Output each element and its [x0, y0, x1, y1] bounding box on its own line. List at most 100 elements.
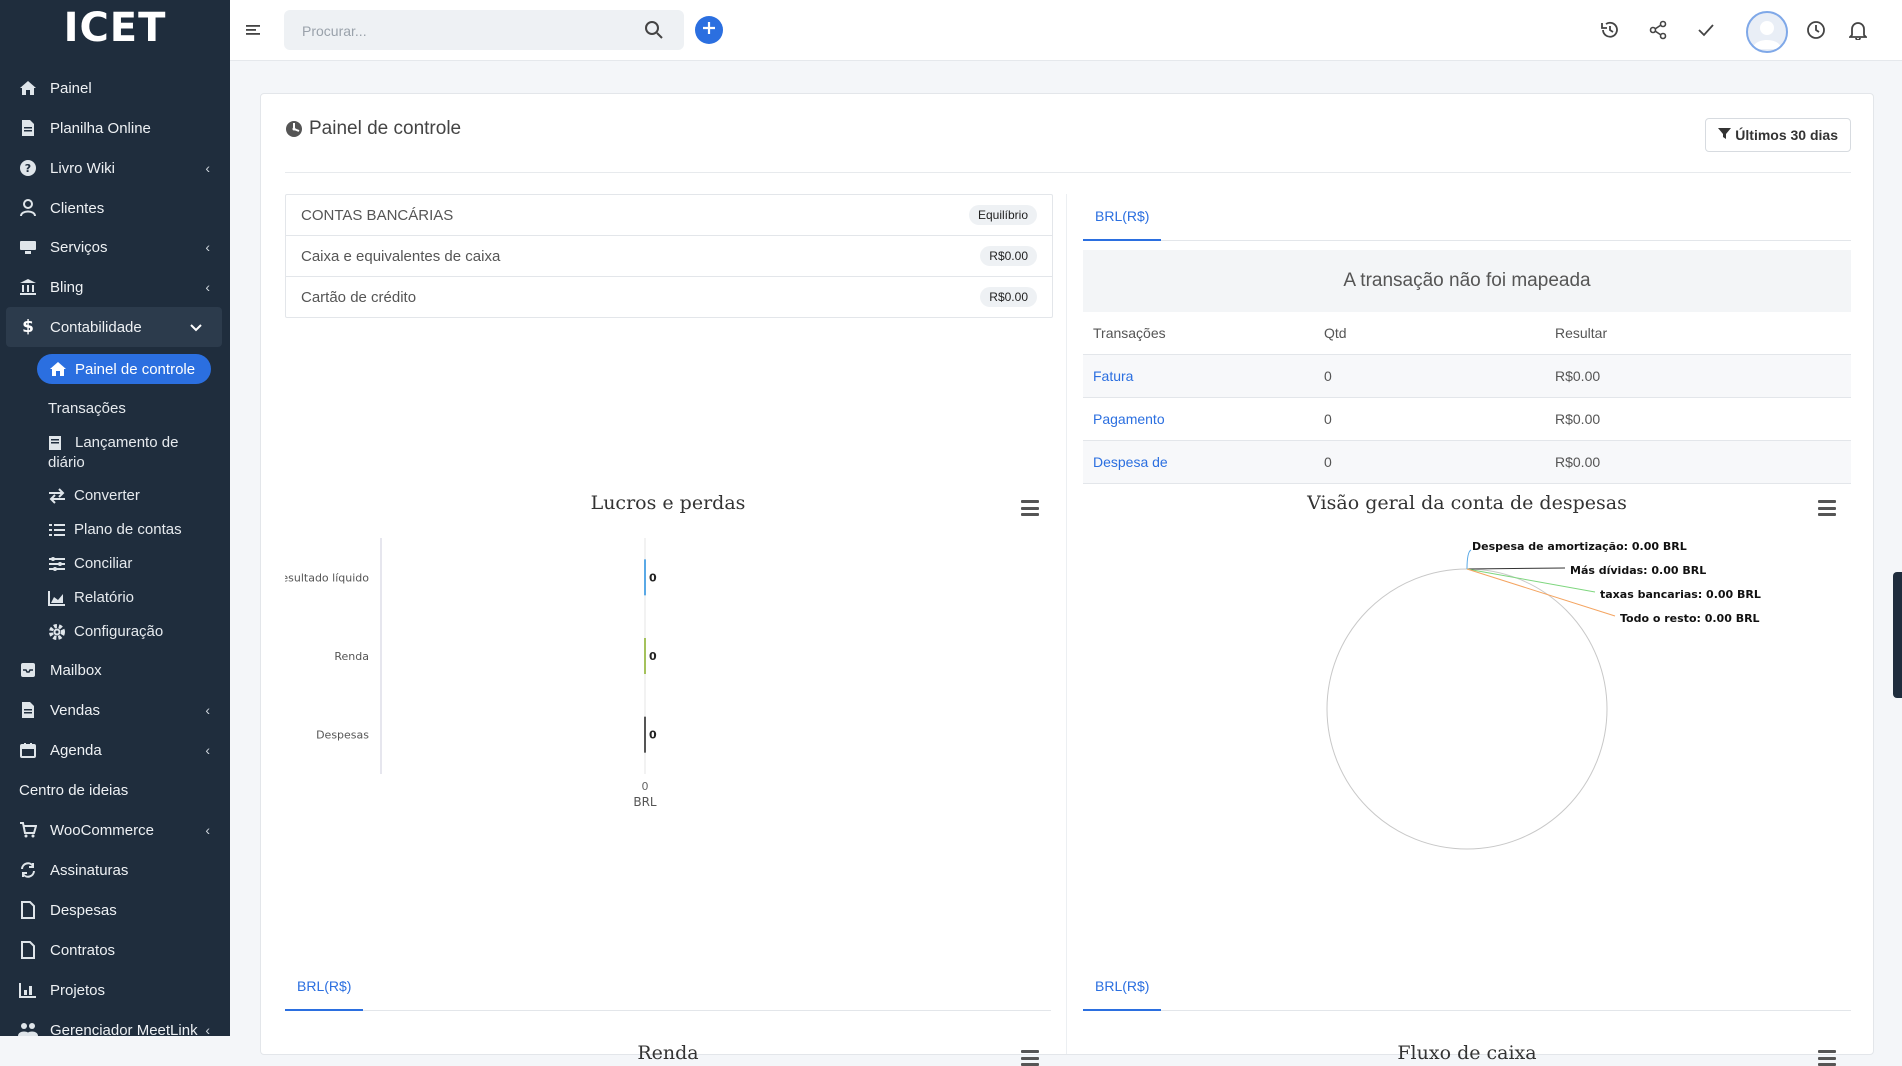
- sidebar-item-woocommerce[interactable]: WooCommerce ‹: [0, 810, 230, 850]
- chevron-left-icon: ‹: [205, 160, 210, 176]
- dollar-icon: $: [22, 317, 34, 337]
- share-icon[interactable]: [1646, 18, 1670, 42]
- chart-menu-icon[interactable]: [1818, 1050, 1836, 1066]
- sidebar-item-assinaturas[interactable]: Assinaturas: [0, 850, 230, 890]
- slice-label: Despesa de amortização: 0.00 BRL: [1472, 540, 1687, 553]
- bar: [644, 638, 646, 674]
- sidebar-item-bling[interactable]: Bling ‹: [0, 267, 230, 307]
- page-title: Painel de controle: [285, 118, 461, 140]
- history-icon[interactable]: [1598, 18, 1622, 42]
- side-tab-handle[interactable]: [1893, 572, 1902, 698]
- axis-label: BRL: [633, 795, 657, 809]
- sidebar-item-meetlink[interactable]: Gerenciador MeetLink ‹: [0, 1010, 230, 1036]
- calendar-icon: [18, 740, 38, 760]
- transaction-link[interactable]: Despesa de: [1083, 440, 1314, 484]
- home-icon: [49, 361, 69, 377]
- transaction-link[interactable]: Pagamento: [1083, 397, 1314, 441]
- check-icon[interactable]: [1694, 18, 1718, 42]
- bank-account-row[interactable]: Cartão de crédito R$0.00: [286, 277, 1052, 317]
- mailbox-icon: [18, 660, 38, 680]
- chart-menu-icon[interactable]: [1818, 500, 1836, 516]
- journal-icon: [48, 434, 66, 452]
- chevron-left-icon: ‹: [205, 1022, 210, 1036]
- cart-icon: [18, 820, 38, 840]
- sidebar-item-livro-wiki[interactable]: ? Livro Wiki ‹: [0, 148, 230, 188]
- unmapped-message: A transação não foi mapeada: [1083, 250, 1851, 312]
- sidebar-item-despesas[interactable]: Despesas: [0, 890, 230, 930]
- app-logo[interactable]: ICET: [0, 0, 230, 56]
- tab-brl[interactable]: BRL(R$): [1083, 963, 1162, 1011]
- transactions-table: Transações Qtd Resultar Fatura 0 R$0.00 …: [1083, 312, 1851, 484]
- bar: [644, 716, 646, 753]
- table-row: Pagamento 0 R$0.00: [1083, 397, 1851, 441]
- bell-icon[interactable]: [1846, 18, 1870, 42]
- sidebar-item-clientes[interactable]: Clientes: [0, 188, 230, 228]
- sidebar-item-planilha[interactable]: Planilha Online: [0, 108, 230, 148]
- category-label: Renda: [334, 650, 369, 663]
- pnl-chart-title: Lucros e perdas: [590, 492, 746, 514]
- quick-add-button[interactable]: [695, 16, 723, 44]
- question-icon: ?: [18, 158, 38, 178]
- filter-icon: [1718, 127, 1732, 143]
- avatar[interactable]: [1746, 11, 1788, 53]
- column-divider: [1066, 194, 1067, 1054]
- sidebar: ICET Painel Planilha Online ? Livro Wiki…: [0, 0, 230, 1036]
- sidebar-item-mailbox[interactable]: Mailbox: [0, 650, 230, 690]
- tick-label: 0: [642, 780, 649, 793]
- sidebar-item-agenda[interactable]: Agenda ‹: [0, 730, 230, 770]
- slice-connector: [1466, 549, 1472, 570]
- sliders-icon: [48, 555, 66, 573]
- users-icon: [18, 1020, 38, 1036]
- file-icon: [18, 118, 38, 138]
- dashboard-icon: [285, 120, 303, 138]
- sidebar-subitem-painel-de-controle[interactable]: Painel de controle: [37, 354, 211, 384]
- sidebar-item-contratos[interactable]: Contratos: [0, 930, 230, 970]
- expense-pie-chart: Despesa de amortização: 0.00 BRL Más dívi…: [1326, 540, 1761, 850]
- sidebar-subitem-relatorio[interactable]: Relatório: [48, 589, 134, 607]
- sidebar-item-centro-de-ideias[interactable]: Centro de ideias: [0, 770, 230, 810]
- chevron-left-icon: ‹: [205, 702, 210, 718]
- sidebar-subitem-transacoes[interactable]: Transações: [48, 400, 126, 417]
- sidebar-item-painel[interactable]: Painel: [0, 68, 230, 108]
- sidebar-subitem-lancamento[interactable]: Lançamento de diário: [48, 433, 218, 473]
- file-icon: [18, 900, 38, 920]
- currency-tabbar: BRL(R$): [1083, 194, 1851, 241]
- menu-toggle-icon[interactable]: [242, 18, 266, 42]
- file-icon: [18, 940, 38, 960]
- bank-accounts-table: CONTAS BANCÁRIAS Equilíbrio Caixa e equi…: [285, 194, 1053, 318]
- chevron-left-icon: ‹: [205, 822, 210, 838]
- slice-connector: [1466, 567, 1566, 570]
- transaction-link[interactable]: Fatura: [1083, 354, 1314, 398]
- sync-icon: [18, 860, 38, 880]
- tab-brl[interactable]: BRL(R$): [285, 963, 364, 1011]
- slice-label: Más dívidas: 0.00 BRL: [1570, 564, 1706, 577]
- sidebar-item-servicos[interactable]: Serviços ‹: [0, 227, 230, 267]
- sidebar-subitem-conciliar[interactable]: Conciliar: [48, 555, 132, 573]
- chart-menu-icon[interactable]: [1021, 500, 1039, 516]
- user-icon: [18, 198, 38, 218]
- topbar: [230, 0, 1902, 61]
- sidebar-subitem-converter[interactable]: Converter: [48, 487, 140, 505]
- bank-accounts-header: CONTAS BANCÁRIAS Equilíbrio: [286, 195, 1052, 236]
- data-label: 0: [649, 571, 657, 584]
- search-icon[interactable]: [644, 20, 664, 45]
- search-input[interactable]: [300, 10, 634, 52]
- sidebar-subitem-plano[interactable]: Plano de contas: [48, 521, 182, 539]
- sidebar-subitem-configuracao[interactable]: Configuração: [48, 623, 163, 641]
- chart-menu-icon[interactable]: [1021, 1050, 1039, 1066]
- column-header: Resultar: [1545, 312, 1851, 355]
- plus-icon: [702, 21, 716, 40]
- sidebar-item-projetos[interactable]: Projetos: [0, 970, 230, 1010]
- data-label: 0: [649, 650, 657, 663]
- balance-badge: Equilíbrio: [968, 205, 1037, 225]
- bank-account-row[interactable]: Caixa e equivalentes de caixa R$0.00: [286, 236, 1052, 277]
- sidebar-item-contabilidade[interactable]: $ Contabilidade: [6, 307, 222, 347]
- divider: [285, 172, 1851, 173]
- column-header: Transações: [1083, 312, 1314, 355]
- clock-icon[interactable]: [1804, 18, 1828, 42]
- bank-icon: [18, 277, 38, 297]
- date-filter-button[interactable]: Últimos 30 dias: [1705, 118, 1851, 152]
- cashflow-chart-title: Fluxo de caixa: [1397, 1042, 1537, 1064]
- tab-brl[interactable]: BRL(R$): [1083, 193, 1162, 241]
- sidebar-item-vendas[interactable]: Vendas ‹: [0, 690, 230, 730]
